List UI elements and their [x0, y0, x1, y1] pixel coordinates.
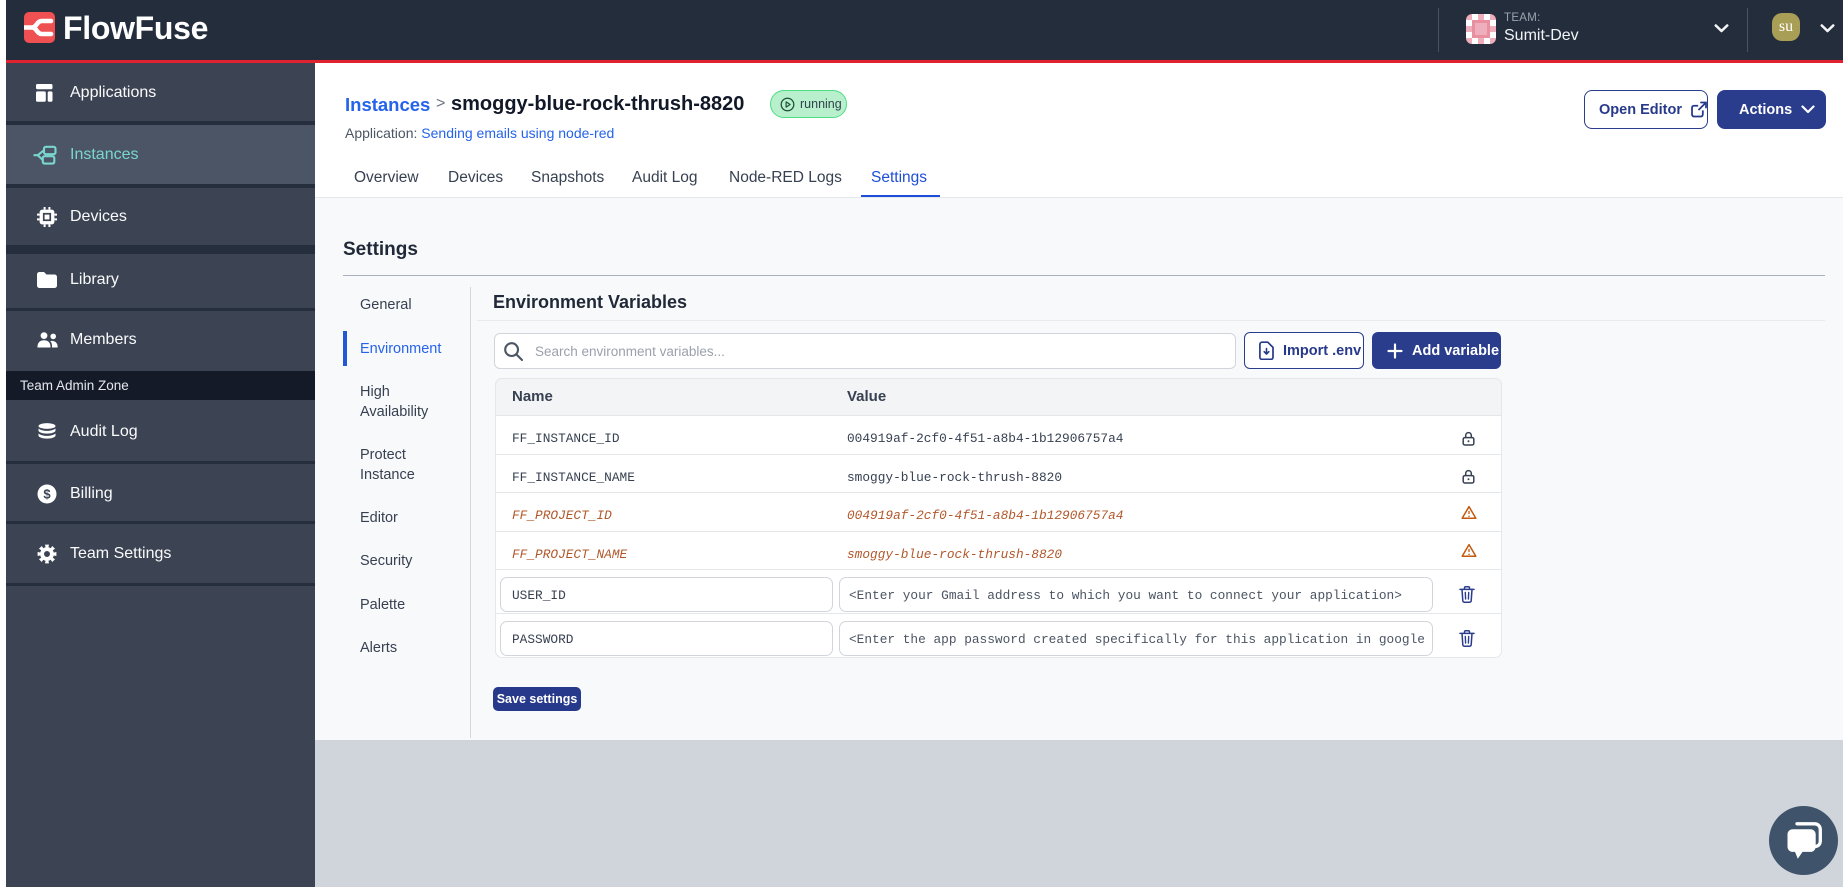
svg-text:$: $	[43, 486, 51, 501]
